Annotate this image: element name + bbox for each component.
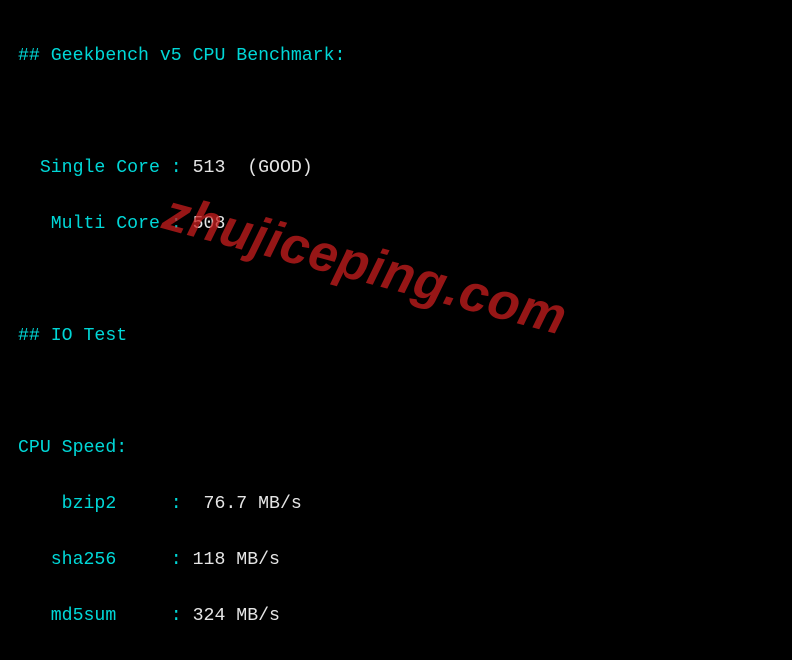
- blank-line: [18, 98, 774, 126]
- cpu-speed-heading: CPU Speed:: [18, 434, 774, 462]
- bzip2-value: 76.7 MB/s: [193, 494, 302, 514]
- multi-core-row: Multi Core : 508: [18, 210, 774, 238]
- multi-core-value: 508: [193, 214, 226, 234]
- terminal-output: ## Geekbench v5 CPU Benchmark: Single Co…: [0, 0, 792, 660]
- single-core-label: Single Core :: [18, 158, 193, 178]
- multi-core-label: Multi Core :: [18, 214, 193, 234]
- io-test-heading: ## IO Test: [18, 322, 774, 350]
- blank-line: [18, 378, 774, 406]
- sha256-row: sha256 : 118 MB/s: [18, 546, 774, 574]
- md5sum-row: md5sum : 324 MB/s: [18, 602, 774, 630]
- bzip2-row: bzip2 : 76.7 MB/s: [18, 490, 774, 518]
- single-core-value: 513 (GOOD): [193, 158, 313, 178]
- md5sum-value: 324 MB/s: [193, 606, 280, 626]
- geekbench-heading: ## Geekbench v5 CPU Benchmark:: [18, 42, 774, 70]
- blank-line: [18, 266, 774, 294]
- single-core-row: Single Core : 513 (GOOD): [18, 154, 774, 182]
- sha256-label: sha256 :: [18, 550, 193, 570]
- md5sum-label: md5sum :: [18, 606, 193, 626]
- sha256-value: 118 MB/s: [193, 550, 280, 570]
- bzip2-label: bzip2 :: [18, 494, 193, 514]
